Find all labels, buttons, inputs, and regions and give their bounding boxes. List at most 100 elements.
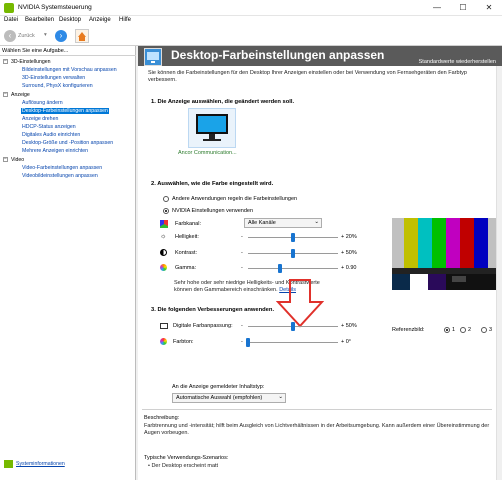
sidebar-group-3d[interactable]: 3D-Einstellungen (11, 59, 51, 65)
sidebar-group-anzeige[interactable]: Anzeige (11, 92, 30, 98)
system-info-icon[interactable] (4, 460, 13, 468)
reference-radio-3[interactable] (481, 327, 487, 333)
home-icon[interactable] (75, 29, 89, 43)
brightness-slider[interactable] (291, 233, 295, 242)
main-content: Desktop-Farbeinstellungen anpassen Stand… (138, 46, 502, 480)
expand-video-icon[interactable]: − (3, 157, 8, 162)
hue-minus: - (241, 339, 243, 345)
sidebar-item-image-preview[interactable]: Bildeinstellungen mit Vorschau anpassen (22, 67, 117, 73)
digital-vibrance-icon (160, 323, 168, 329)
gamma-icon (160, 264, 167, 271)
gamma-slider[interactable] (277, 264, 282, 273)
brightness-icon: ☼ (160, 233, 167, 240)
sidebar-item-desktop-color[interactable]: Desktop-Farbeinstellungen anpassen (21, 108, 109, 114)
page-header: Desktop-Farbeinstellungen anpassen Stand… (138, 46, 502, 66)
hue-label: Farbton: (173, 339, 194, 345)
nvidia-logo-icon (4, 3, 14, 13)
section2-heading: 2. Auswählen, wie die Farbe eingestellt … (151, 181, 274, 187)
color-channel-select[interactable]: Alle Kanäle ⌄ (244, 218, 322, 228)
contrast-value: + 50% (341, 250, 357, 256)
menu-anzeige[interactable]: Anzeige (89, 17, 111, 23)
reference-radio-1[interactable] (444, 327, 450, 333)
sidebar-item-video-color[interactable]: Video-Farbeinstellungen anpassen (22, 165, 102, 171)
vertical-scrollbar[interactable] (496, 66, 502, 480)
brightness-label: Helligkeit: (175, 234, 199, 240)
menu-bar: Datei Bearbeiten Desktop Anzeige Hilfe (0, 16, 502, 27)
sidebar-item-audio[interactable]: Digitales Audio einrichten (22, 132, 80, 138)
reference-label: Referenzbild: (392, 327, 425, 333)
sidebar-header: Wählen Sie eine Aufgabe... (0, 46, 136, 56)
restore-defaults-link[interactable]: Standardwerte wiederherstellen (419, 59, 496, 65)
content-type-label: An die Anzeige gemeldeter Inhaltstyp: (172, 384, 265, 390)
divider (142, 409, 492, 410)
sidebar-item-desktop-size[interactable]: Desktop-Größe und -Position anpassen (22, 140, 113, 146)
hue-track[interactable] (248, 342, 338, 343)
vibrance-value: + 50% (341, 323, 357, 329)
scenarios-heading: Typische Verwendungs-Szenarios: (144, 455, 229, 461)
description-text: Farbtrennung und -intensität; hilft beim… (144, 423, 490, 436)
toolbar: ‹ Zurück ▾ › (0, 27, 502, 46)
expand-anzeige-icon[interactable]: − (3, 92, 8, 97)
sidebar-item-surround[interactable]: Surround, PhysX konfigurieren (22, 83, 93, 89)
brightness-minus: - (241, 234, 243, 240)
sidebar-item-rotate[interactable]: Anzeige drehen (22, 116, 58, 122)
sidebar-item-manage-3d[interactable]: 3D-Einstellungen verwalten (22, 75, 85, 81)
system-info-link[interactable]: Systeminformationen (16, 461, 65, 467)
close-button[interactable]: ✕ (476, 0, 502, 16)
back-dropdown-icon[interactable]: ▾ (44, 32, 47, 38)
menu-bearbeiten[interactable]: Bearbeiten (25, 17, 54, 23)
back-label[interactable]: Zurück (18, 33, 35, 39)
reference-radio-2[interactable] (460, 327, 466, 333)
task-sidebar: Wählen Sie eine Aufgabe... − 3D-Einstell… (0, 46, 136, 480)
sidebar-item-hdcp[interactable]: HDCP-Status anzeigen (22, 124, 76, 130)
section1-heading: 1. Die Anzeige auswählen, die geändert w… (151, 99, 295, 105)
radio-nvidia-settings-label[interactable]: NVIDIA Einstellungen verwenden (172, 208, 253, 214)
description-heading: Beschreibung: (144, 415, 180, 421)
sidebar-item-resolution[interactable]: Auflösung ändern (22, 100, 63, 106)
reference-radio-2-label[interactable]: 2 (468, 327, 471, 333)
page-title: Desktop-Farbeinstellungen anpassen (171, 48, 385, 62)
radio-other-apps-label[interactable]: Andere Anwendungen regeln die Farbeinste… (172, 196, 297, 202)
maximize-button[interactable]: ☐ (450, 0, 476, 16)
expand-3d-icon[interactable]: − (3, 59, 8, 64)
forward-arrow-icon[interactable]: › (55, 30, 67, 42)
contrast-label: Kontrast: (175, 250, 198, 256)
title-bar: NVIDIA Systemsteuerung — ☐ ✕ (0, 0, 502, 16)
menu-hilfe[interactable]: Hilfe (119, 17, 131, 23)
vibrance-slider[interactable] (291, 322, 295, 331)
color-channel-label: Farbkanal: (175, 221, 201, 227)
brightness-value: + 20% (341, 234, 357, 240)
sidebar-group-video[interactable]: Video (11, 157, 24, 163)
display-selector[interactable] (188, 108, 236, 148)
red-arrow-annotation (275, 278, 325, 328)
page-intro: Sie können die Farbeinstellungen für den… (148, 70, 467, 83)
sidebar-item-video-image[interactable]: Videobildeinstellungen anpassen (22, 173, 98, 179)
gamma-track[interactable] (248, 268, 338, 269)
reference-image (392, 218, 502, 290)
hue-icon (160, 338, 167, 345)
menu-desktop[interactable]: Desktop (59, 17, 81, 23)
gamma-value: + 0.90 (341, 265, 357, 271)
gamma-label: Gamma: (175, 265, 197, 271)
page-header-icon (144, 48, 162, 66)
gamma-minus: - (241, 265, 243, 271)
color-channel-value: Alle Kanäle (248, 220, 276, 226)
content-type-select[interactable]: Automatische Auswahl (empfohlen) ⌄ (172, 393, 286, 403)
reference-radio-3-label[interactable]: 3 (489, 327, 492, 333)
back-arrow-icon[interactable]: ‹ (4, 30, 16, 42)
section3-heading: 3. Die folgenden Verbesserungen anwenden… (151, 307, 275, 313)
window-title: NVIDIA Systemsteuerung (18, 4, 92, 11)
contrast-slider[interactable] (291, 249, 295, 258)
color-channel-icon (160, 220, 168, 228)
chevron-down-icon: ⌄ (314, 219, 319, 225)
minimize-button[interactable]: — (424, 0, 450, 16)
radio-other-apps[interactable] (163, 196, 169, 202)
content-type-value: Automatische Auswahl (empfohlen) (176, 395, 263, 401)
hue-slider[interactable] (246, 338, 250, 347)
sidebar-item-multi-display[interactable]: Mehrere Anzeigen einrichten (22, 148, 88, 154)
menu-datei[interactable]: Datei (4, 17, 18, 23)
chevron-down-icon: ⌄ (278, 394, 283, 400)
reference-radio-1-label[interactable]: 1 (452, 327, 455, 333)
radio-nvidia-settings[interactable] (163, 208, 169, 214)
monitor-label[interactable]: Ancor Communication... (178, 150, 237, 156)
